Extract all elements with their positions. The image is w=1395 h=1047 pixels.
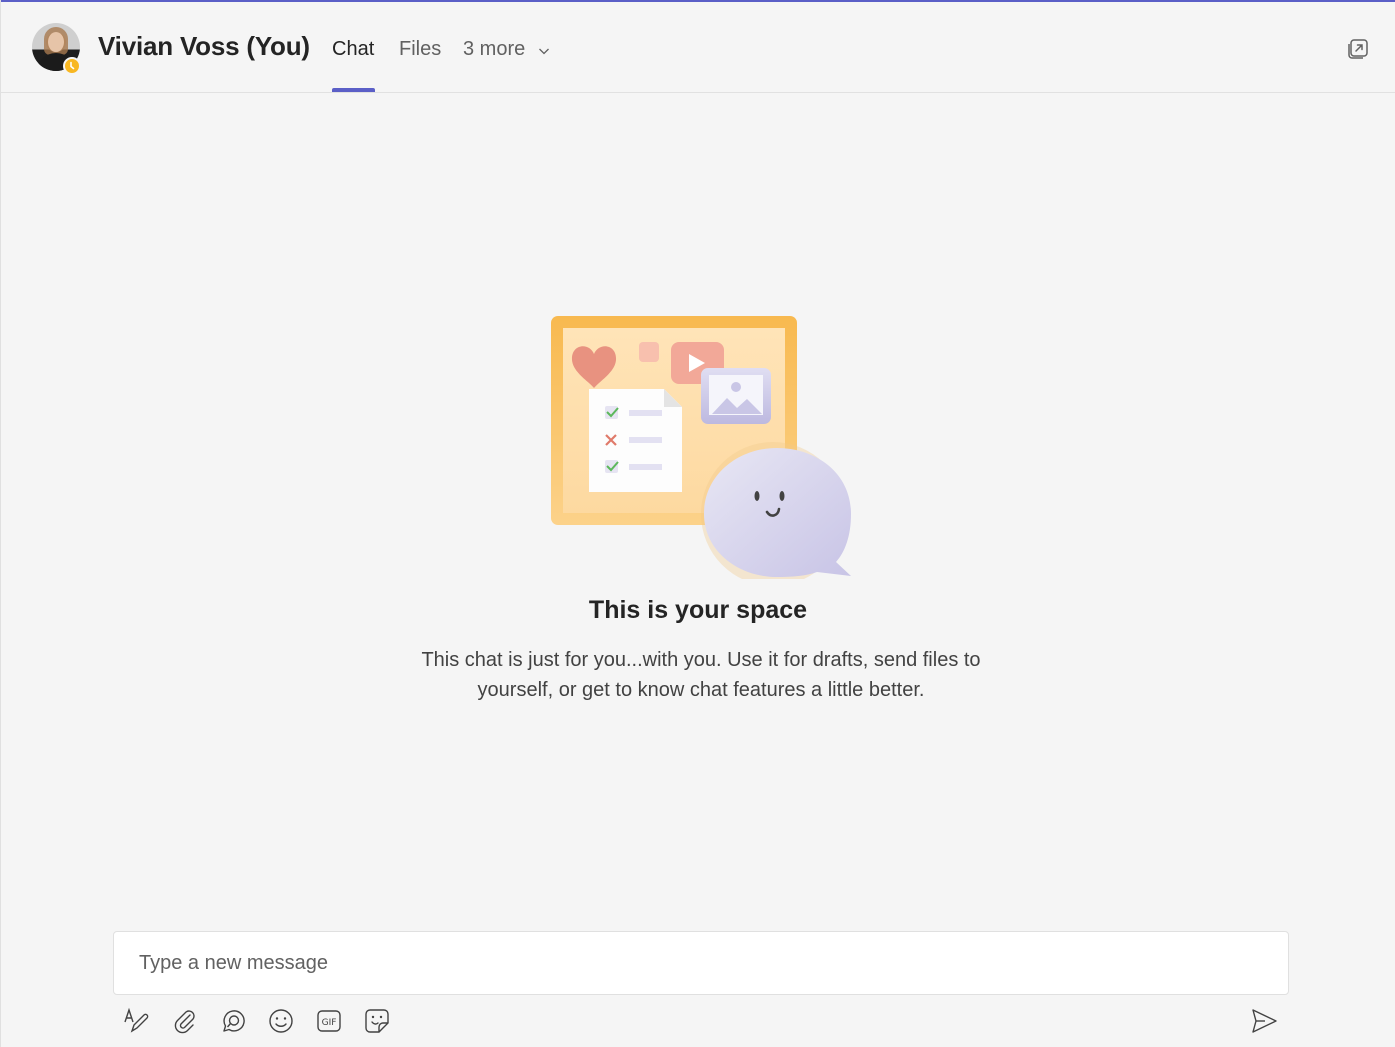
active-tab-indicator	[332, 88, 375, 92]
pop-out-icon[interactable]	[1346, 37, 1370, 61]
message-input[interactable]	[114, 932, 1288, 994]
empty-state-heading: This is your space	[588, 596, 808, 624]
gif-button[interactable]: GIF	[314, 1006, 344, 1036]
svg-text:GIF: GIF	[322, 1018, 337, 1028]
format-icon	[124, 1007, 149, 1033]
chevron-down-icon[interactable]	[538, 46, 550, 56]
chat-title: Vivian Voss (You)	[98, 31, 310, 61]
presence-away-badge	[63, 57, 81, 75]
sticker-button[interactable]	[362, 1006, 392, 1036]
send-button[interactable]	[1249, 1006, 1279, 1036]
tab-more[interactable]: 3 more	[463, 38, 525, 61]
send-icon	[1252, 1009, 1277, 1033]
chat-header: Vivian Voss (You) Chat Files 3 more	[1, 2, 1395, 93]
loop-button[interactable]	[218, 1006, 248, 1036]
tab-files[interactable]: Files	[399, 38, 441, 61]
sticker-icon	[365, 1009, 389, 1033]
tab-chat[interactable]: Chat	[332, 38, 374, 61]
empty-state-illustration	[551, 316, 851, 579]
attach-button[interactable]	[170, 1006, 200, 1036]
loop-icon	[223, 1010, 245, 1032]
gif-icon: GIF	[317, 1010, 341, 1032]
message-composer[interactable]	[113, 931, 1289, 995]
image-icon	[731, 382, 741, 392]
attach-icon	[174, 1010, 195, 1034]
emoji-icon	[269, 1009, 293, 1033]
clock-icon	[70, 61, 75, 70]
emoji-button[interactable]	[266, 1006, 296, 1036]
empty-state-description: This chat is just for you...with you. Us…	[421, 649, 981, 701]
small-square	[639, 342, 659, 362]
format-button[interactable]	[122, 1006, 152, 1036]
